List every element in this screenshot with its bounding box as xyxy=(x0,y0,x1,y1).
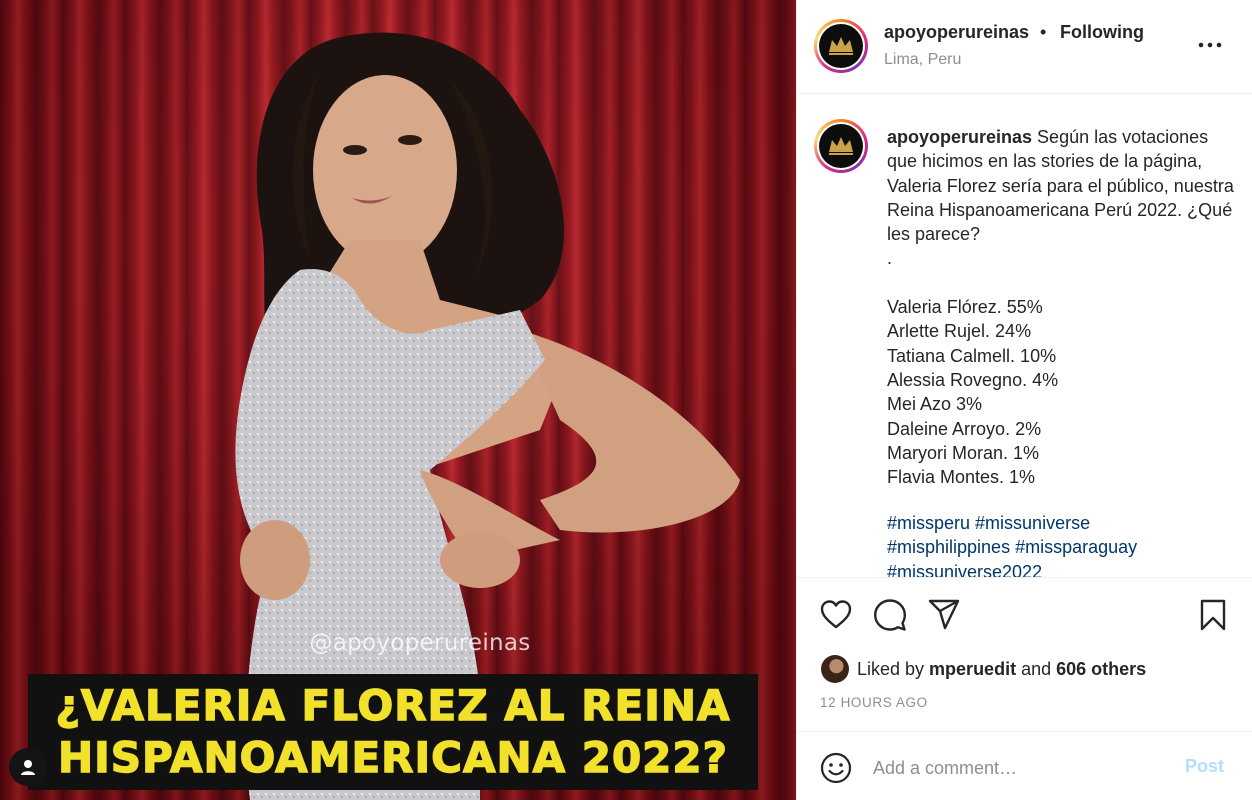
result-line: Alessia Rovegno. 4% xyxy=(887,369,1059,390)
crown-logo-icon xyxy=(829,37,853,55)
result-line: Mei Azo 3% xyxy=(887,394,983,415)
post-comment-button[interactable]: Post xyxy=(1185,756,1224,777)
crown-logo-icon xyxy=(829,137,853,155)
action-bar: Liked by mperuedit and 606 others 12 HOU… xyxy=(797,577,1252,730)
hashtag-list: #missperu #missuniverse #misphilippines … xyxy=(887,511,1237,577)
hashtag-link[interactable]: #misphilippines xyxy=(887,537,1010,557)
headline-line-2: HISPANOAMERICANA 2022? xyxy=(57,732,728,782)
bookmark-icon xyxy=(1200,599,1226,631)
more-options-button[interactable] xyxy=(1195,32,1225,56)
tagged-users-button[interactable] xyxy=(9,748,47,786)
person-icon xyxy=(21,760,35,775)
caption-avatar[interactable] xyxy=(814,119,868,173)
watermark-text: @apoyoperureinas xyxy=(309,630,531,656)
liker-avatar[interactable] xyxy=(821,655,849,683)
comment-bar: Post xyxy=(797,731,1252,800)
more-horizontal-icon xyxy=(1198,42,1222,48)
likes-prefix: Liked by xyxy=(857,658,930,679)
headline-banner: ¿VALERIA FLOREZ AL REINA HISPANOAMERICAN… xyxy=(28,674,758,790)
caption-dot: . xyxy=(887,248,893,269)
comment-icon xyxy=(874,599,906,631)
save-button[interactable] xyxy=(1196,598,1230,632)
post-timestamp[interactable]: 12 HOURS AGO xyxy=(820,695,928,710)
header-username[interactable]: apoyoperureinas xyxy=(884,22,1029,43)
heart-icon xyxy=(820,600,852,629)
result-line: Arlette Rujel. 24% xyxy=(887,321,1032,342)
caption-username[interactable]: apoyoperureinas xyxy=(887,127,1032,147)
post-image[interactable]: @apoyoperureinas ¿VALERIA FLOREZ AL REIN… xyxy=(0,0,796,800)
comment-button[interactable] xyxy=(873,598,907,632)
header-separator: • xyxy=(1040,22,1047,42)
smiley-icon xyxy=(820,752,852,784)
result-line: Tatiana Calmell. 10% xyxy=(887,345,1057,366)
liker-username[interactable]: mperuedit xyxy=(929,659,1016,679)
hashtag-link[interactable]: #missuniverse2022 xyxy=(887,562,1042,577)
caption-text: apoyoperureinas Según las votaciones que… xyxy=(887,125,1237,489)
hashtag-link[interactable]: #missparaguay xyxy=(1015,537,1137,557)
following-button[interactable]: Following xyxy=(1060,22,1144,43)
result-line: Valeria Flórez. 55% xyxy=(887,297,1043,318)
hashtag-link[interactable]: #missuniverse xyxy=(975,513,1090,533)
send-icon xyxy=(928,599,960,630)
profile-avatar[interactable] xyxy=(814,19,868,73)
likes-others-link[interactable]: 606 others xyxy=(1056,659,1146,679)
location-link[interactable]: Lima, Peru xyxy=(884,51,961,69)
result-line: Daleine Arroyo. 2% xyxy=(887,418,1042,439)
like-button[interactable] xyxy=(819,598,853,632)
post-panel: apoyoperureinas • Following Lima, Peru a… xyxy=(796,0,1252,800)
share-button[interactable] xyxy=(927,598,961,632)
result-line: Flavia Montes. 1% xyxy=(887,467,1036,488)
emoji-button[interactable] xyxy=(820,752,852,784)
caption-section: apoyoperureinas Según las votaciones que… xyxy=(797,95,1252,577)
headline-line-1: ¿VALERIA FLOREZ AL REINA xyxy=(55,680,731,730)
likes-summary[interactable]: Liked by mperuedit and 606 others xyxy=(821,655,1146,683)
hashtag-link[interactable]: #missperu xyxy=(887,513,970,533)
result-line: Maryori Moran. 1% xyxy=(887,442,1040,463)
likes-middle: and xyxy=(1016,658,1057,679)
post-header: apoyoperureinas • Following Lima, Peru xyxy=(797,0,1252,94)
comment-input[interactable] xyxy=(873,752,1163,784)
likes-text: Liked by mperuedit and 606 others xyxy=(857,659,1146,680)
